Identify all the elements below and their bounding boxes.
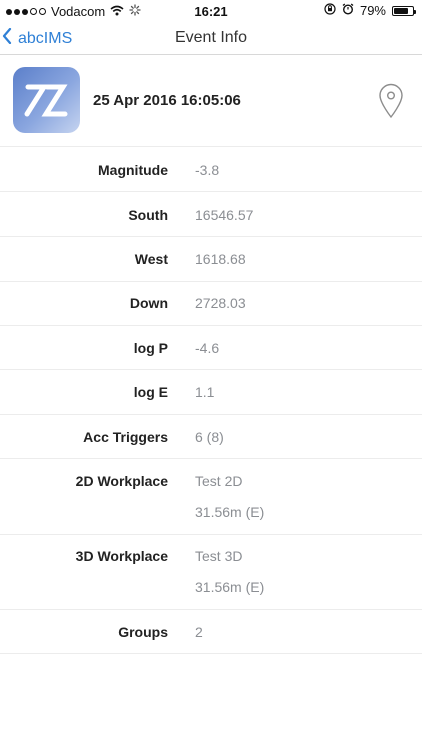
field-label: 3D Workplace (75, 548, 168, 564)
field-value: 1.1 (195, 384, 215, 400)
location-pin-icon[interactable] (378, 83, 404, 124)
field-value-secondary: 31.56m (E) (195, 579, 265, 595)
battery-fill (394, 7, 409, 14)
field-label: log P (133, 340, 168, 356)
field-row-groups: Groups 2 (0, 610, 422, 654)
field-label: Groups (118, 624, 168, 640)
status-bar: Vodacom 16:21 79% (0, 0, 422, 22)
navigation-bar: abcIMS Event Info (0, 22, 422, 55)
field-value: -4.6 (195, 340, 220, 356)
field-value: -3.8 (195, 162, 220, 178)
app-logo (13, 67, 80, 133)
field-value-secondary: 31.56m (E) (195, 504, 265, 520)
field-row-magnitude: Magnitude -3.8 (0, 147, 422, 192)
field-label: West (134, 251, 168, 267)
zz-logo-icon (24, 84, 68, 117)
page-title: Event Info (174, 29, 248, 46)
field-value: 16546.57 (195, 207, 254, 223)
field-label: 2D Workplace (75, 473, 168, 489)
field-value: 2 (195, 624, 203, 640)
field-row-3d-workplace: 3D Workplace Test 3D 31.56m (E) (0, 535, 422, 610)
field-row-2d-workplace: 2D Workplace Test 2D 31.56m (E) (0, 459, 422, 535)
field-value: 2728.03 (195, 295, 246, 311)
field-value: 1618.68 (195, 251, 246, 267)
field-row-log-e: log E 1.1 (0, 370, 422, 415)
field-value: Test 2D (195, 473, 243, 489)
field-row-log-p: log P -4.6 (0, 326, 422, 370)
alarm-icon (342, 3, 354, 18)
status-right: 79% (324, 3, 416, 18)
field-label: Down (129, 295, 168, 311)
field-row-down: Down 2728.03 (0, 282, 422, 326)
field-label: Magnitude (98, 162, 168, 178)
field-value: 6 (8) (195, 429, 224, 445)
orientation-lock-icon (324, 3, 336, 18)
field-label: log E (133, 384, 168, 400)
field-value: Test 3D (195, 548, 243, 564)
battery-percent: 79% (359, 3, 386, 18)
field-label: Acc Triggers (83, 429, 168, 445)
event-header: 25 Apr 2016 16:05:06 (0, 55, 422, 147)
field-row-west: West 1618.68 (0, 237, 422, 282)
field-row-south: South 16546.57 (0, 192, 422, 237)
event-datetime: 25 Apr 2016 16:05:06 (93, 92, 241, 109)
field-label: South (128, 207, 168, 223)
battery-icon (392, 5, 416, 16)
field-row-acc-triggers: Acc Triggers 6 (8) (0, 415, 422, 459)
